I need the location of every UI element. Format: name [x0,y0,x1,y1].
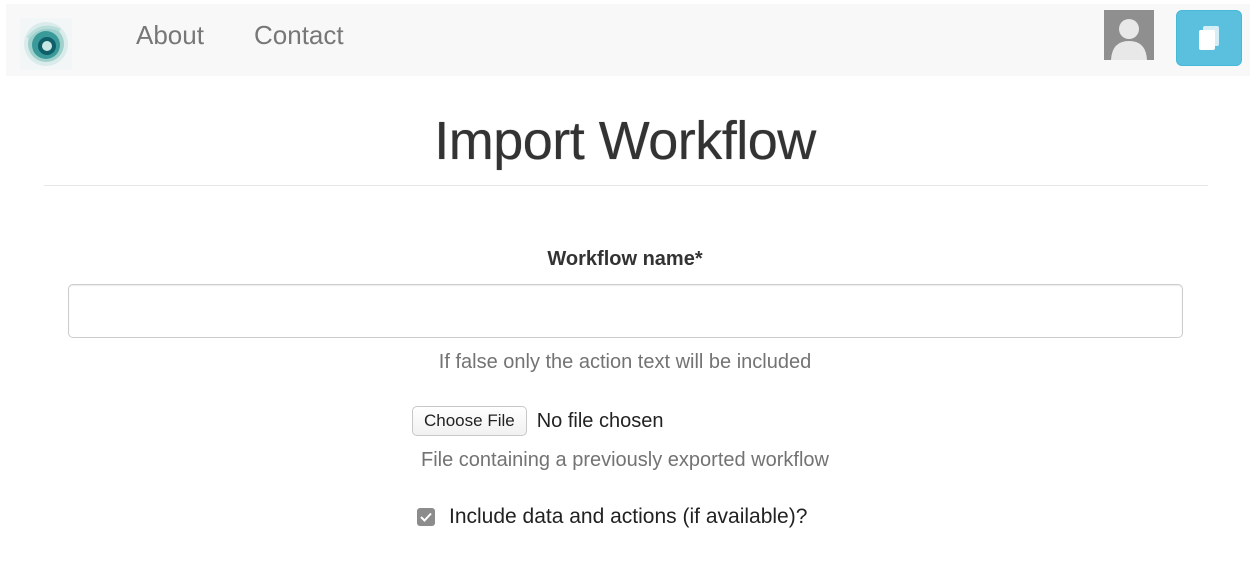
file-status-text: No file chosen [536,409,664,432]
swirl-logo-icon[interactable] [20,18,72,70]
include-data-option: Include data and actions (if available)? [417,505,807,529]
checkmark-icon [420,512,432,522]
top-navbar: About Contact [6,4,1250,76]
workflow-name-help: If false only the action text will be in… [438,351,812,373]
workflow-name-label: Workflow name* [547,248,703,270]
include-data-label: Include data and actions (if available)? [449,505,808,528]
workflow-name-input[interactable] [68,284,1183,338]
person-silhouette-icon [1104,10,1154,60]
document-icon [1199,26,1219,50]
user-avatar-icon[interactable] [1104,10,1154,60]
document-button[interactable] [1176,10,1242,66]
include-data-checkbox[interactable] [417,508,435,526]
choose-file-button[interactable]: Choose File [412,406,527,436]
file-help: File containing a previously exported wo… [421,449,829,471]
nav-about-link[interactable]: About [136,19,204,51]
title-divider [44,185,1208,186]
page-title: Import Workflow [434,111,816,171]
file-picker: Choose File No file chosen [412,405,663,437]
nav-contact-link[interactable]: Contact [254,19,344,51]
